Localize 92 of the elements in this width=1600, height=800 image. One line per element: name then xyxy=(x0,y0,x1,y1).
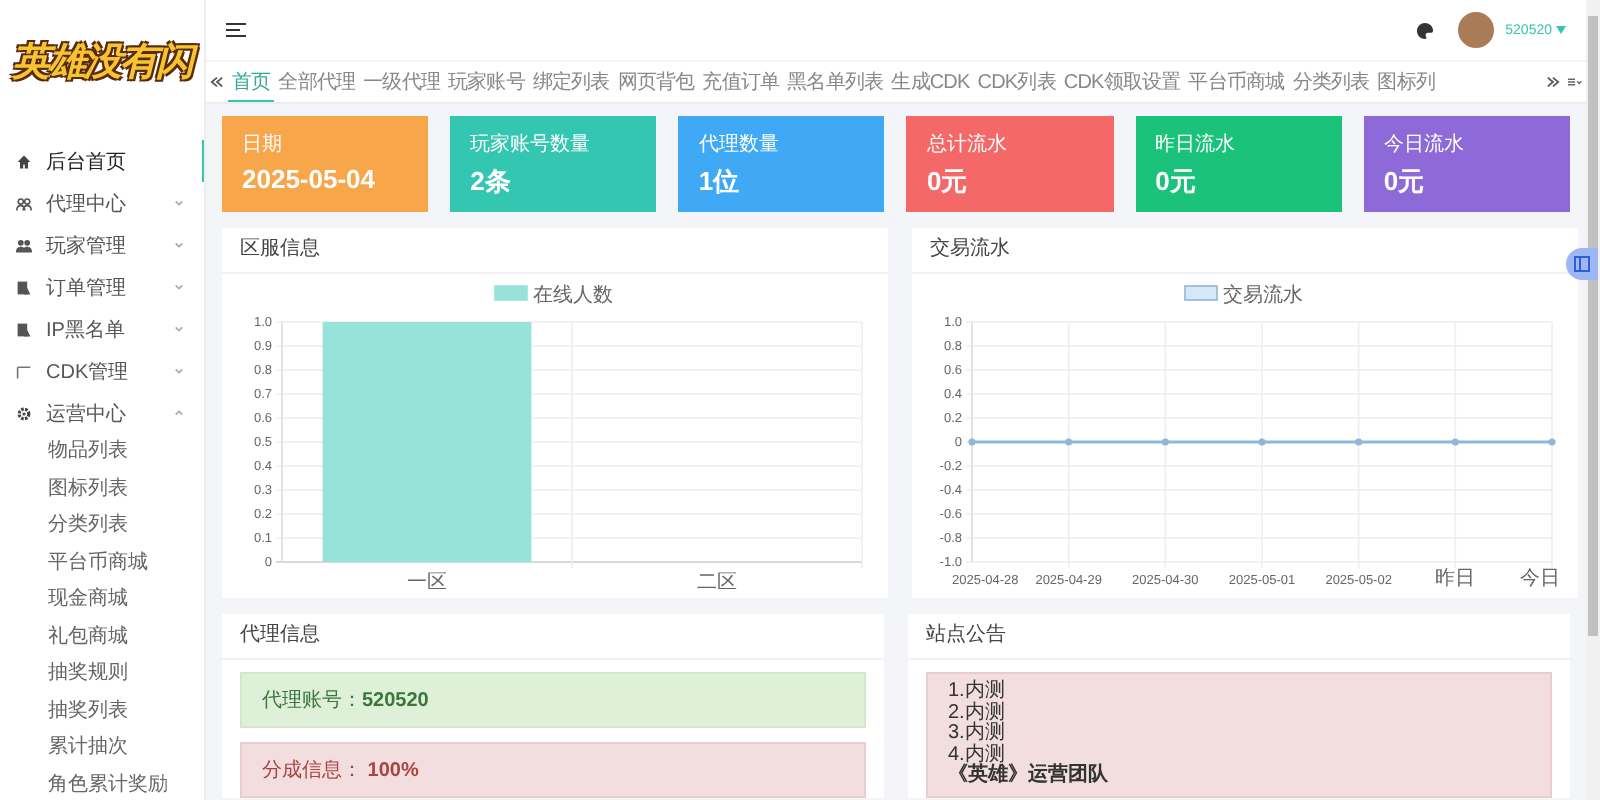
notice-line: 2.内测 xyxy=(948,703,1007,723)
scrollbar[interactable] xyxy=(1586,0,1600,800)
sidebar-subitem[interactable]: 累计抽次 xyxy=(0,730,204,767)
scrollbar-thumb[interactable] xyxy=(1588,16,1598,636)
tab[interactable]: CDK列表 xyxy=(973,62,1060,102)
data-point xyxy=(1451,438,1459,446)
tab[interactable]: 绑定列表 xyxy=(528,62,614,102)
people-icon xyxy=(16,195,32,211)
data-point xyxy=(1065,438,1073,446)
data-point xyxy=(968,438,976,446)
double-chevron-right-icon[interactable] xyxy=(1546,76,1560,88)
document-icon xyxy=(16,279,32,295)
sidebar-subitem[interactable]: 礼包商城 xyxy=(0,619,204,656)
tab[interactable]: 玩家账号 xyxy=(444,62,529,102)
sidebar-subitem[interactable]: 物品列表 xyxy=(0,434,204,471)
axis-category-label: 一区 xyxy=(407,572,447,594)
caret-icon xyxy=(1556,25,1566,33)
tab[interactable]: 一级代理 xyxy=(359,62,445,102)
chevron-icon xyxy=(174,408,184,418)
card-value: 0元 xyxy=(926,164,970,200)
home-icon xyxy=(16,153,32,169)
sidebar-subitem[interactable]: 平台币商城 xyxy=(0,545,204,582)
notice-line: 3.内测 xyxy=(948,724,1007,744)
document-icon xyxy=(16,321,32,337)
sidebar-item[interactable]: 订单管理 xyxy=(0,266,204,308)
tab[interactable]: 充值订单 xyxy=(698,62,784,102)
data-point xyxy=(1258,438,1266,446)
list-dropdown-icon[interactable] xyxy=(1568,76,1582,88)
tab[interactable]: 分类列表 xyxy=(1288,62,1374,102)
double-chevron-left-icon[interactable] xyxy=(210,76,224,88)
sidebar-subitem[interactable]: 抽奖规则 xyxy=(0,656,204,693)
tab[interactable]: 生成CDK xyxy=(887,62,974,102)
notice-line: 《英雄》运营团队 xyxy=(948,766,1110,787)
legend-label: 交易流水 xyxy=(1223,283,1303,307)
notice-line: 4.内测 xyxy=(948,745,1005,765)
sidebar-item[interactable]: CDK管理 xyxy=(0,350,204,392)
data-point xyxy=(1355,438,1363,446)
card-value: 2条 xyxy=(470,164,513,200)
card-value: 1位 xyxy=(698,164,742,200)
card-title: 总计流水 xyxy=(926,131,1009,158)
people-icon xyxy=(16,237,32,253)
tab[interactable]: 平台币商城 xyxy=(1184,62,1289,102)
tab[interactable]: 图标列 xyxy=(1373,62,1439,102)
sidebar-subitem[interactable]: 抽奖列表 xyxy=(0,693,204,730)
chevron-icon xyxy=(174,198,184,208)
sidebar-subitem[interactable]: 图标列表 xyxy=(0,471,204,508)
side-toggle-button[interactable] xyxy=(1566,248,1598,280)
sidebar-subitem[interactable]: 现金商城 xyxy=(0,582,204,619)
corner-icon xyxy=(16,363,32,379)
card-title: 今日流水 xyxy=(1383,131,1466,158)
axis-category-label: 今日 xyxy=(1520,568,1560,590)
sidebar-item[interactable]: 代理中心 xyxy=(0,182,204,224)
tab[interactable]: 网页背包 xyxy=(613,62,699,102)
axis-category-label: 昨日 xyxy=(1435,568,1476,590)
sidebar-item[interactable]: 后台首页 xyxy=(0,140,204,182)
data-point xyxy=(1161,438,1169,446)
info-alert: 分成信息： 100% xyxy=(240,742,866,798)
tab[interactable]: 全部代理 xyxy=(274,62,360,102)
panel-title: 区服信息 xyxy=(222,228,888,274)
chevron-icon xyxy=(174,366,184,376)
card-title: 代理数量 xyxy=(698,132,781,158)
card-value: 0元 xyxy=(1383,164,1427,200)
sidebar-subitem[interactable]: 分类列表 xyxy=(0,508,204,545)
info-alert: 代理账号：520520 xyxy=(240,672,866,728)
card-title: 昨日流水 xyxy=(1155,131,1238,158)
card-value: 2025-05-04 xyxy=(242,164,377,194)
menu-icon[interactable] xyxy=(226,22,246,38)
notice-line: 1.内测 xyxy=(948,682,1007,702)
card-value: 0元 xyxy=(1155,164,1198,200)
legend-label: 在线人数 xyxy=(533,283,613,307)
tab[interactable]: 黑名单列表 xyxy=(783,62,888,102)
sidebar-subitem[interactable]: 角色累计奖励 xyxy=(0,767,204,800)
sidebar-item[interactable]: 运营中心 xyxy=(0,392,204,434)
chevron-icon xyxy=(174,324,184,334)
chevron-icon xyxy=(174,282,184,292)
logo: 英雄没有闪 xyxy=(8,0,196,124)
panel-title: 站点公告 xyxy=(908,614,1570,660)
settings-icon xyxy=(16,405,32,421)
axis-category-label: 二区 xyxy=(697,572,737,594)
avatar[interactable] xyxy=(1457,12,1494,48)
sidebar-item[interactable]: 玩家管理 xyxy=(0,224,204,266)
sidebar-item[interactable]: IP黑名单 xyxy=(0,308,204,350)
panel-title: 代理信息 xyxy=(222,614,884,660)
palette-icon[interactable] xyxy=(1415,21,1434,39)
chart-legend: 在线人数 xyxy=(494,285,613,307)
data-point xyxy=(1548,438,1556,446)
chevron-icon xyxy=(174,240,184,250)
card-title: 玩家账号数量 xyxy=(470,131,593,158)
chart-legend: 交易流水 xyxy=(1184,285,1303,307)
tab[interactable]: CDK领取设置 xyxy=(1059,62,1185,102)
card-title: 日期 xyxy=(242,131,284,158)
panel-icon xyxy=(1574,256,1590,272)
